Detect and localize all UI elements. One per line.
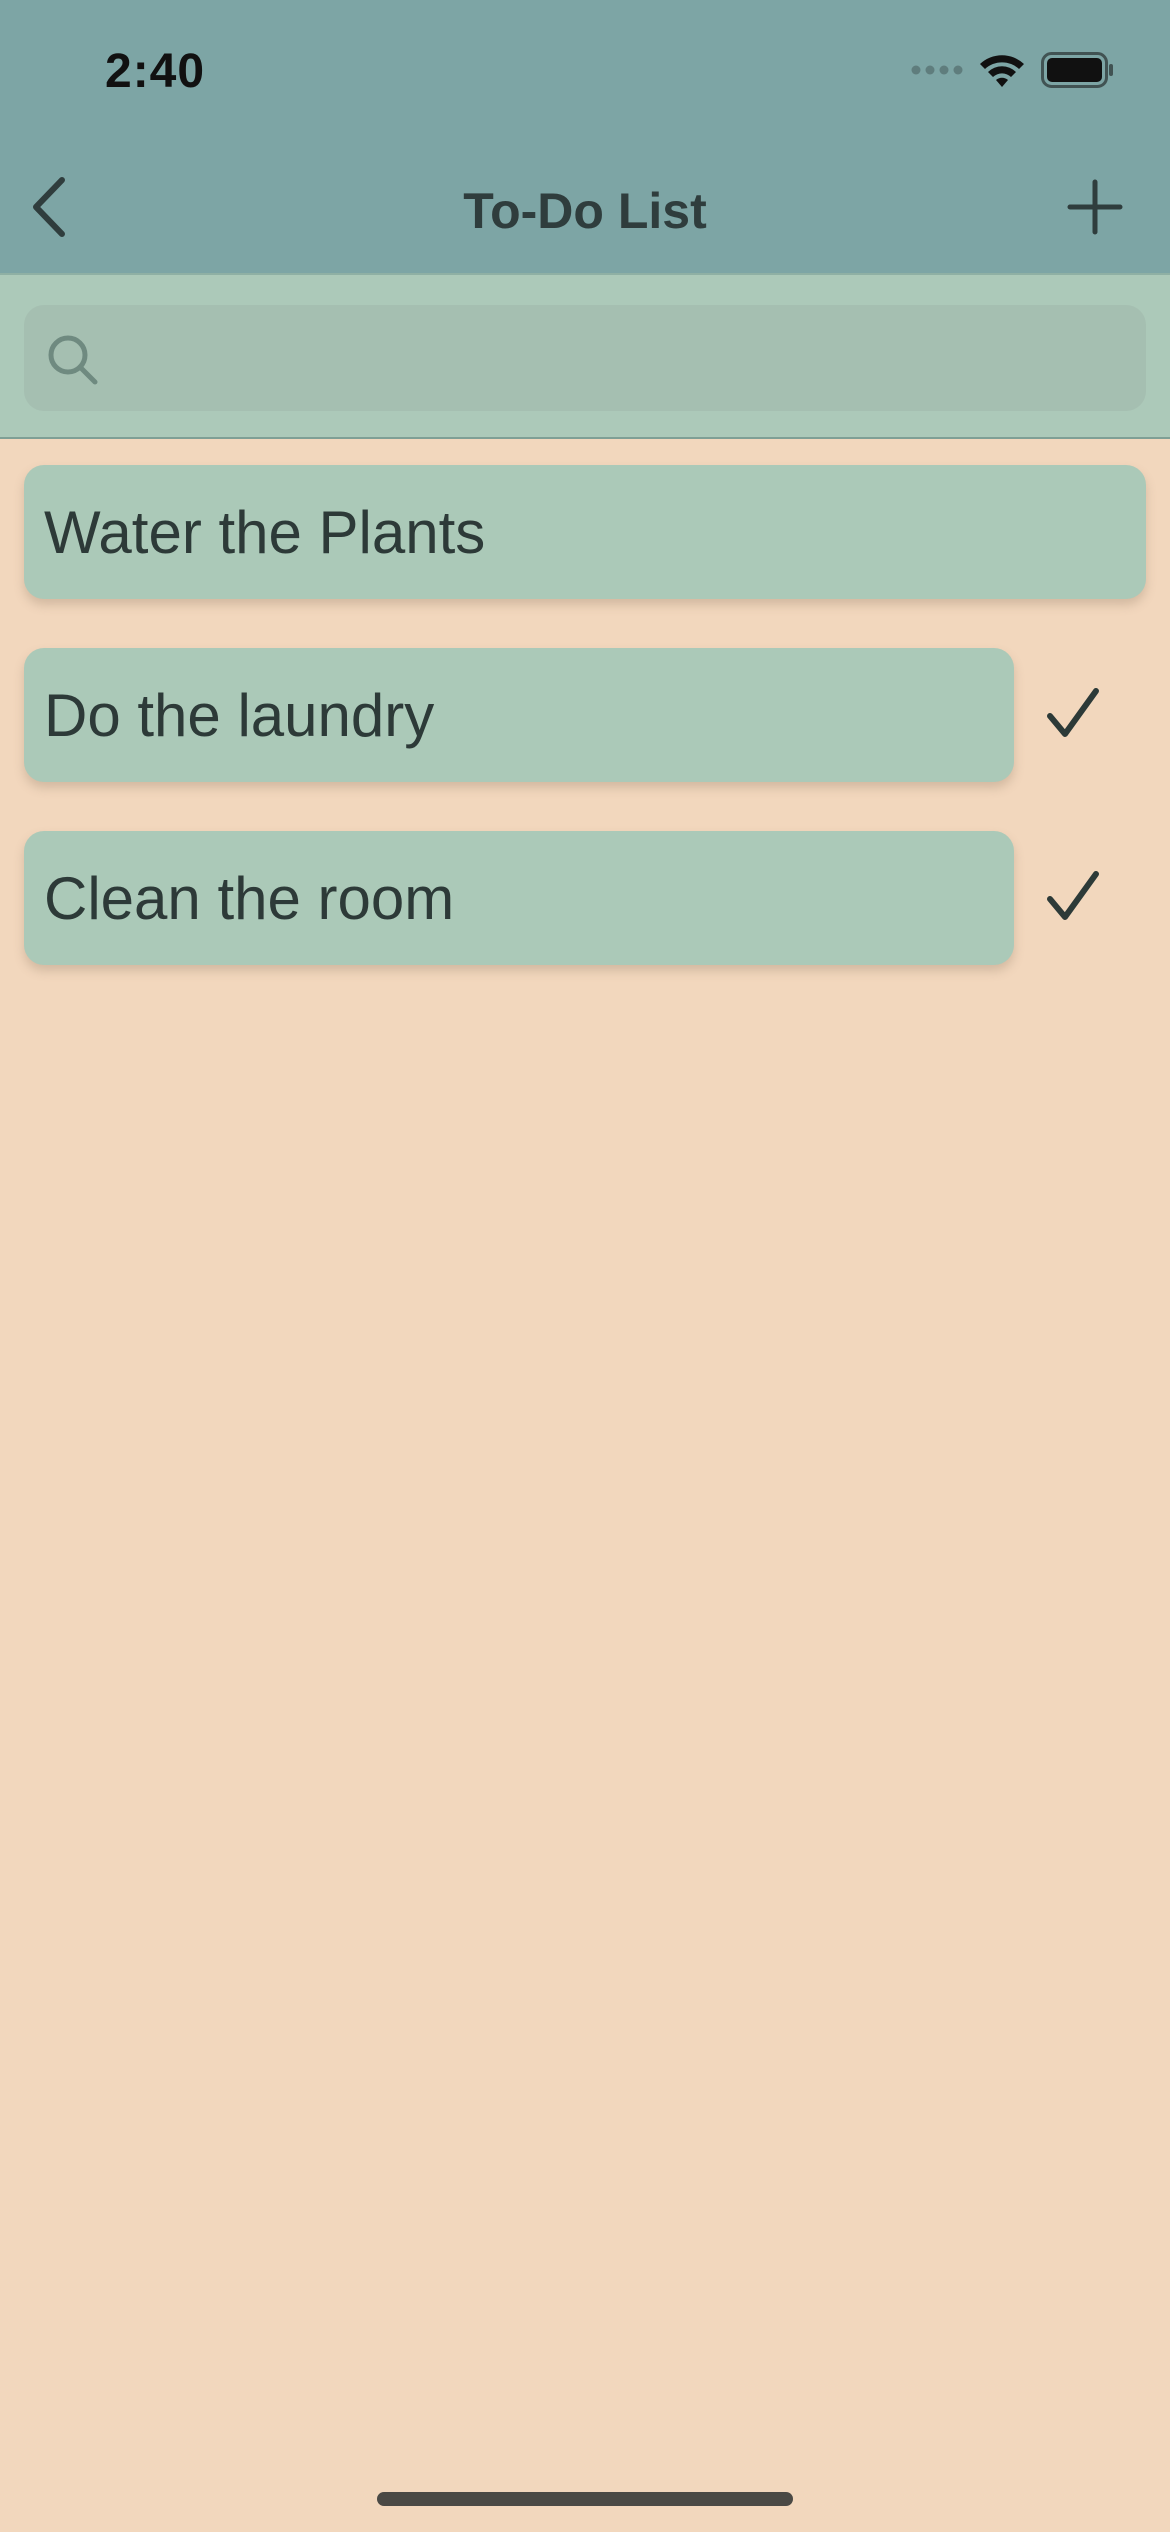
search-icon: [48, 335, 98, 385]
status-icons: [911, 51, 1115, 94]
list-item: Water the Plants: [0, 465, 1170, 601]
todo-card[interactable]: Water the Plants: [24, 465, 1146, 599]
todo-label: Water the Plants: [44, 498, 486, 566]
todo-label: Clean the room: [44, 864, 455, 932]
checkmark-icon: [1047, 871, 1099, 920]
checkmark-icon: [1047, 688, 1099, 737]
header: 2:40 To-Do List: [0, 0, 1170, 273]
todo-label: Do the laundry: [44, 681, 435, 749]
add-item-button[interactable]: [1060, 172, 1130, 242]
signal-icon: [911, 63, 963, 81]
status-time: 2:40: [105, 45, 206, 98]
battery-icon: [1041, 51, 1115, 93]
search-bar: [0, 273, 1170, 439]
plus-icon: [1067, 179, 1123, 235]
navigation-bar: To-Do List: [0, 150, 1170, 273]
page-title: To-Do List: [463, 183, 707, 239]
search-field[interactable]: [24, 305, 1146, 413]
todo-card[interactable]: Clean the room: [24, 831, 1014, 965]
list-item: Do the laundry: [0, 648, 1170, 784]
todo-card[interactable]: Do the laundry: [24, 648, 1014, 782]
home-indicator: [377, 2492, 793, 2506]
list-item: Clean the room: [0, 831, 1170, 967]
status-bar: 2:40: [0, 0, 1170, 150]
wifi-icon: [977, 51, 1027, 94]
search-input[interactable]: [114, 305, 1128, 413]
